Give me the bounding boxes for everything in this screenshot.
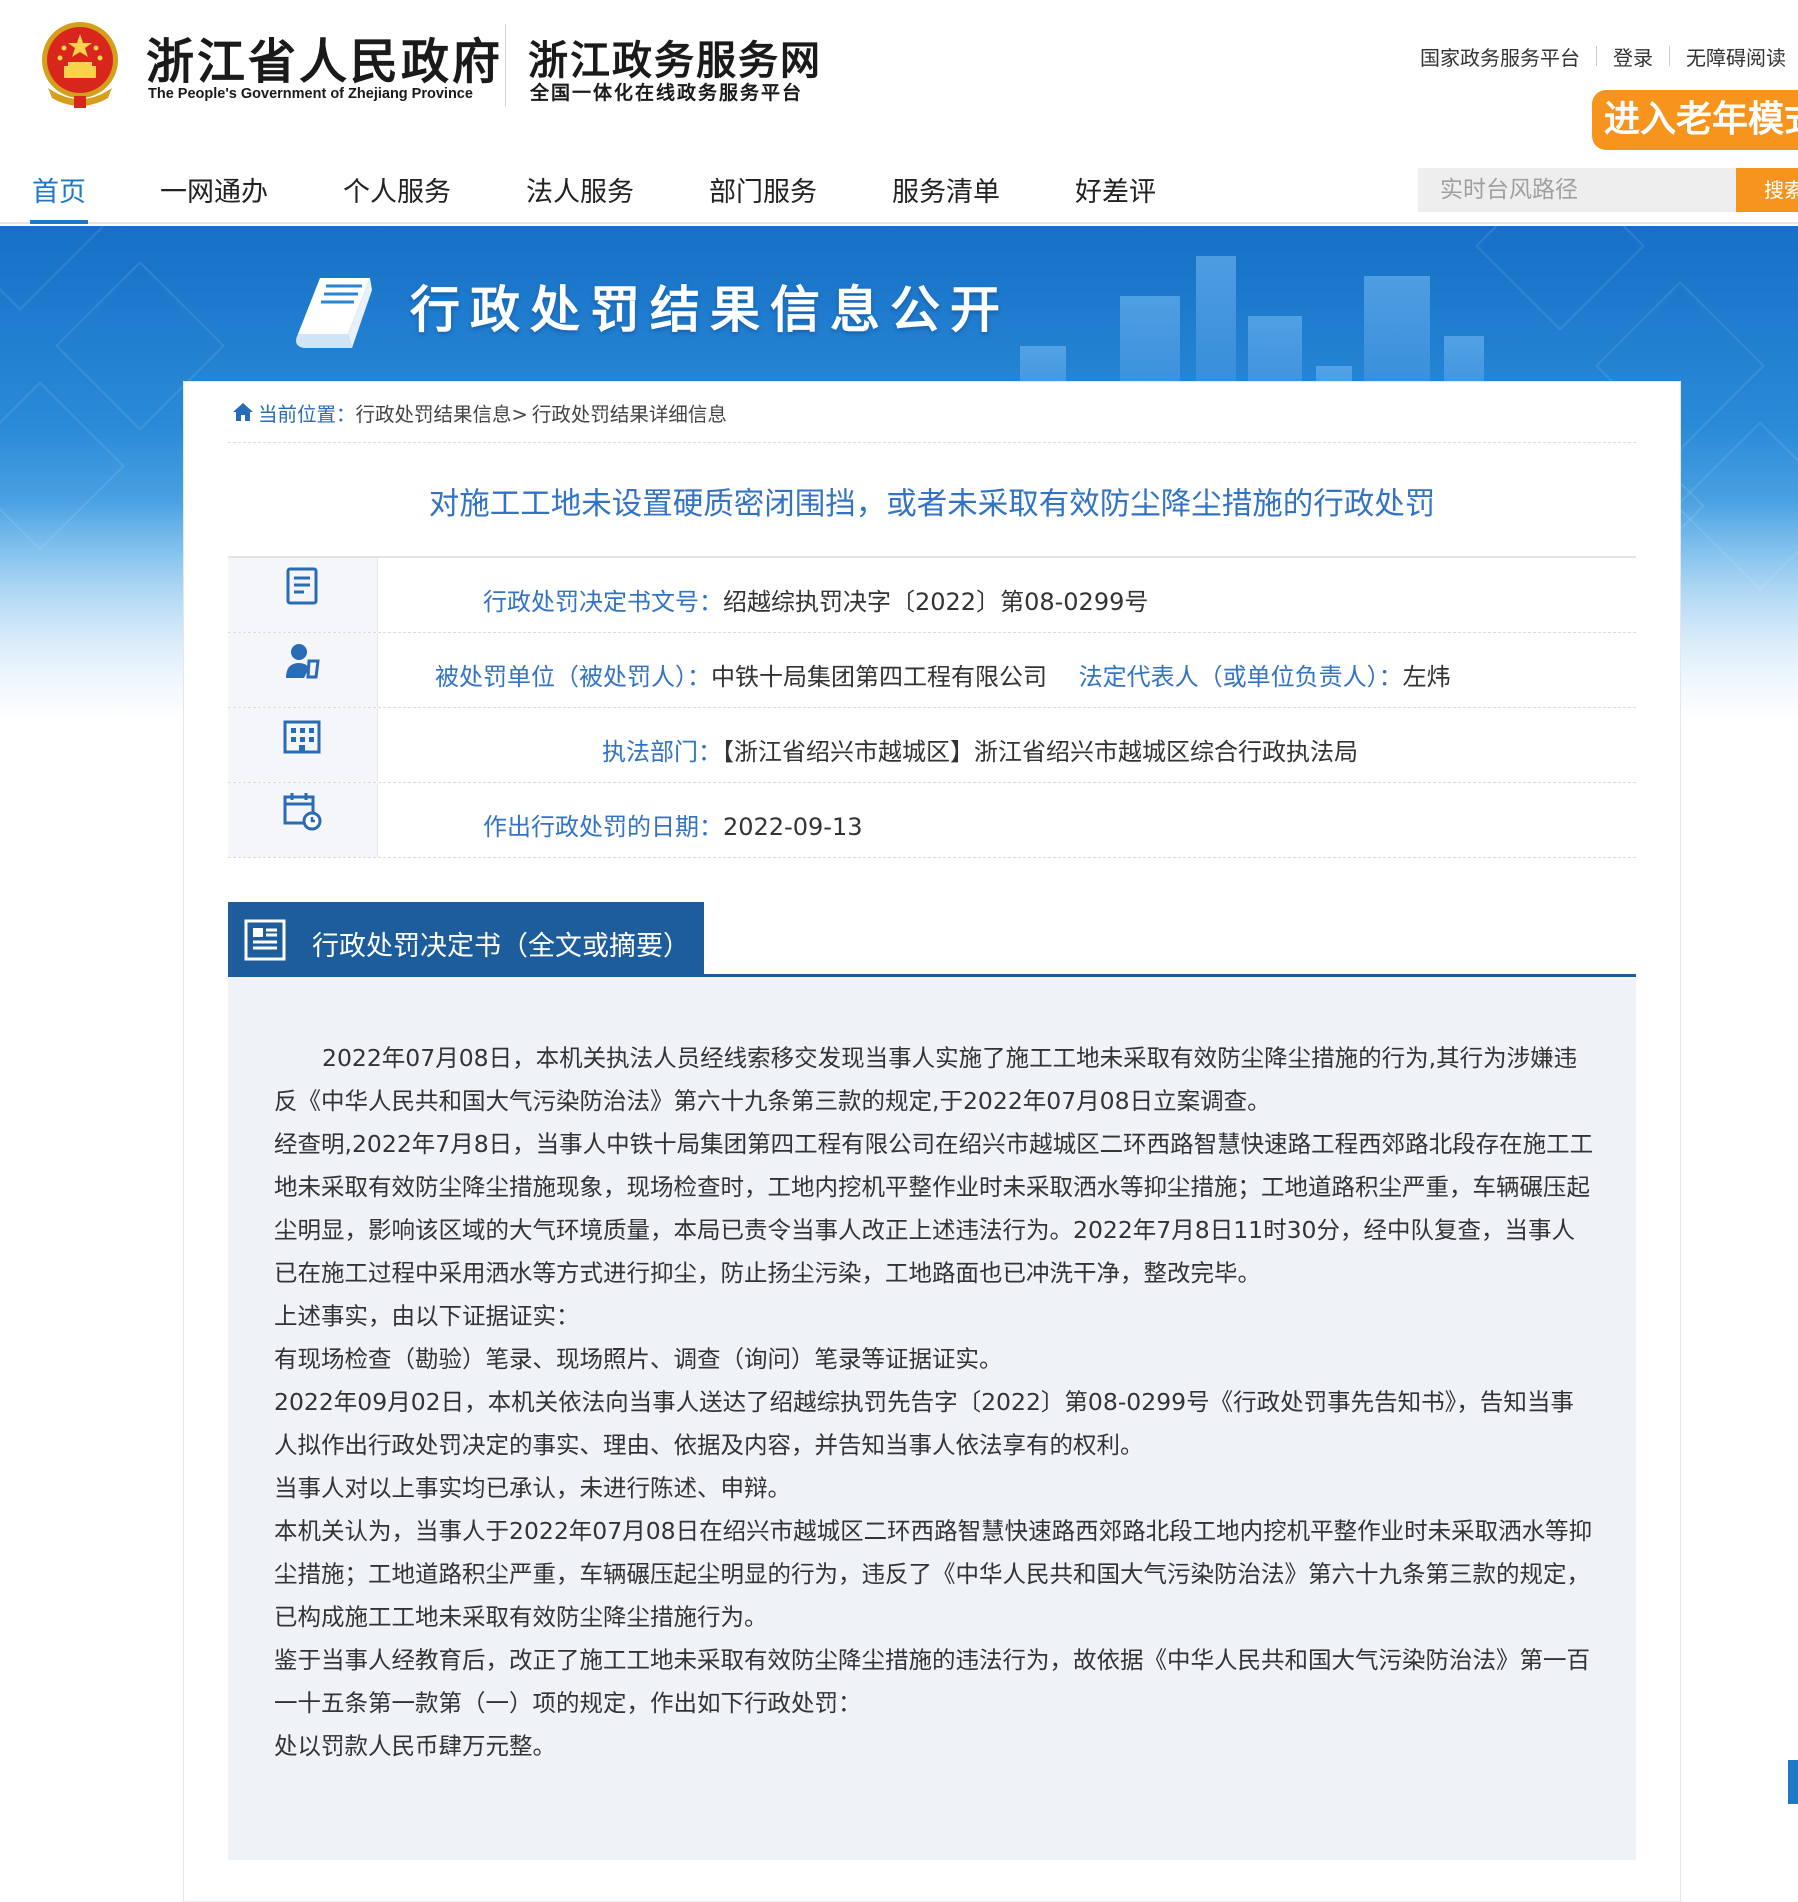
- search-button[interactable]: 搜索: [1736, 168, 1798, 212]
- person-icon: [286, 644, 320, 679]
- document-paragraph: 经查明,2022年7月8日，当事人中铁十局集团第四工程有限公司在绍兴市越城区二环…: [274, 1130, 1594, 1287]
- portal-subtitle: 全国一体化在线政务服务平台: [530, 82, 804, 104]
- decision-no-label: 行政处罚决定书文号：: [483, 588, 723, 616]
- icon-cell: [228, 558, 378, 632]
- nav-item-personal[interactable]: 个人服务: [343, 170, 451, 209]
- document-paragraph: 有现场检查（勘验）笔录、现场照片、调查（询问）笔录等证据证实。: [274, 1345, 1003, 1373]
- document-paragraph: 上述事实，由以下证据证实：: [274, 1302, 580, 1330]
- section-title: 行政处罚决定书（全文或摘要）: [312, 931, 690, 962]
- penalty-info-table: 行政处罚决定书文号：绍越综执罚决字〔2022〕第08-0299号 被处罚单位（被…: [228, 556, 1636, 858]
- info-row-decision-no: 行政处罚决定书文号：绍越综执罚决字〔2022〕第08-0299号: [228, 558, 1636, 633]
- link-separator: [1596, 46, 1597, 66]
- nav-active-indicator: [30, 220, 88, 224]
- document-paragraph: 2022年09月02日，本机关依法向当事人送达了绍越综执罚先告字〔2022〕第0…: [274, 1388, 1574, 1459]
- breadcrumb-item-detail: 行政处罚结果详细信息: [531, 402, 727, 426]
- accessibility-link[interactable]: 无障碍阅读: [1686, 42, 1786, 71]
- legal-rep-value: 左炜: [1402, 663, 1451, 691]
- decision-no-value: 绍越综执罚决字〔2022〕第08-0299号: [723, 588, 1149, 616]
- divider: [228, 442, 1636, 443]
- top-links: 国家政务服务平台 登录 无障碍阅读: [1420, 42, 1786, 71]
- section-tab[interactable]: 行政处罚决定书（全文或摘要）: [228, 902, 704, 976]
- search-input[interactable]: [1418, 168, 1736, 212]
- site-header: 浙江省人民政府 The People's Government of Zheji…: [0, 0, 1798, 150]
- banner-title: 行政处罚结果信息公开: [410, 280, 1010, 339]
- banner-pattern: [1475, 226, 1645, 331]
- header-divider: [505, 24, 506, 106]
- party-label: 被处罚单位（被处罚人）：: [435, 663, 711, 691]
- info-row-date: 作出行政处罚的日期：2022-09-13: [228, 783, 1636, 858]
- banner-pattern: [0, 381, 125, 551]
- icon-cell: [228, 633, 378, 707]
- decision-document: 2022年07月08日，本机关执法人员经线索移交发现当事人实施了施工工地未采取有…: [228, 977, 1636, 1860]
- document-paragraph: 本机关认为，当事人于2022年07月08日在绍兴市越城区二环西路智慧快速路西郊路…: [274, 1517, 1593, 1631]
- breadcrumb: 当前位置： 行政处罚结果信息> 行政处罚结果详细信息: [232, 398, 727, 426]
- nav-item-legal-entity[interactable]: 法人服务: [526, 170, 634, 209]
- document-icon: [286, 567, 318, 605]
- elder-mode-button[interactable]: 进入老年模式: [1592, 90, 1798, 150]
- link-separator: [1669, 46, 1670, 66]
- document-paragraph: 鉴于当事人经教育后，改正了施工工地未采取有效防尘降尘措施的违法行为，故依据《中华…: [274, 1646, 1590, 1717]
- nav-item-one-stop[interactable]: 一网通办: [160, 170, 268, 209]
- nav-item-home[interactable]: 首页: [32, 170, 86, 209]
- info-row-department: 执法部门：【浙江省绍兴市越城区】浙江省绍兴市越城区综合行政执法局: [228, 708, 1636, 783]
- login-link[interactable]: 登录: [1613, 42, 1653, 71]
- book-icon: [296, 278, 372, 348]
- icon-cell: [228, 708, 378, 782]
- national-platform-link[interactable]: 国家政务服务平台: [1420, 42, 1580, 71]
- date-label: 作出行政处罚的日期：: [483, 813, 723, 841]
- document-text: 2022年07月08日，本机关执法人员经线索移交发现当事人实施了施工工地未采取有…: [274, 1037, 1594, 1768]
- page-title: 对施工工地未设置硬质密闭围挡，或者未采取有效防尘降尘措施的行政处罚: [428, 487, 1436, 522]
- nav-item-service-list[interactable]: 服务清单: [892, 170, 1000, 209]
- calendar-clock-icon: [283, 793, 322, 831]
- gov-title[interactable]: 浙江省人民政府: [146, 22, 503, 92]
- gov-subtitle: The People's Government of Zhejiang Prov…: [148, 86, 473, 102]
- home-icon[interactable]: [232, 402, 254, 422]
- legal-rep-label: 法定代表人（或单位负责人）：: [1078, 663, 1403, 691]
- department-label: 执法部门：: [602, 738, 722, 766]
- national-emblem-icon[interactable]: [38, 18, 122, 110]
- document-paragraph: 当事人对以上事实均已承认，未进行陈述、申辩。: [274, 1474, 791, 1502]
- party-value: 中铁十局集团第四工程有限公司: [711, 663, 1047, 691]
- icon-cell: [228, 783, 378, 857]
- nav-item-department[interactable]: 部门服务: [709, 170, 817, 209]
- back-to-top-tab[interactable]: [1788, 1760, 1798, 1804]
- department-value: 【浙江省绍兴市越城区】浙江省绍兴市越城区综合行政执法局: [722, 738, 1358, 766]
- document-paragraph: 处以罚款人民币肆万元整。: [274, 1732, 556, 1760]
- search-box: [1418, 168, 1736, 212]
- info-row-party: 被处罚单位（被处罚人）：中铁十局集团第四工程有限公司 法定代表人（或单位负责人）…: [228, 633, 1636, 708]
- document-paragraph: 2022年07月08日，本机关执法人员经线索移交发现当事人实施了施工工地未采取有…: [274, 1044, 1578, 1115]
- date-value: 2022-09-13: [723, 813, 863, 841]
- building-icon: [283, 720, 321, 754]
- nav-item-rating[interactable]: 好差评: [1075, 170, 1156, 209]
- banner-pattern: [0, 226, 105, 311]
- breadcrumb-item-results[interactable]: 行政处罚结果信息>: [356, 398, 528, 427]
- breadcrumb-label: 当前位置：: [258, 402, 356, 426]
- document-icon: [244, 919, 286, 961]
